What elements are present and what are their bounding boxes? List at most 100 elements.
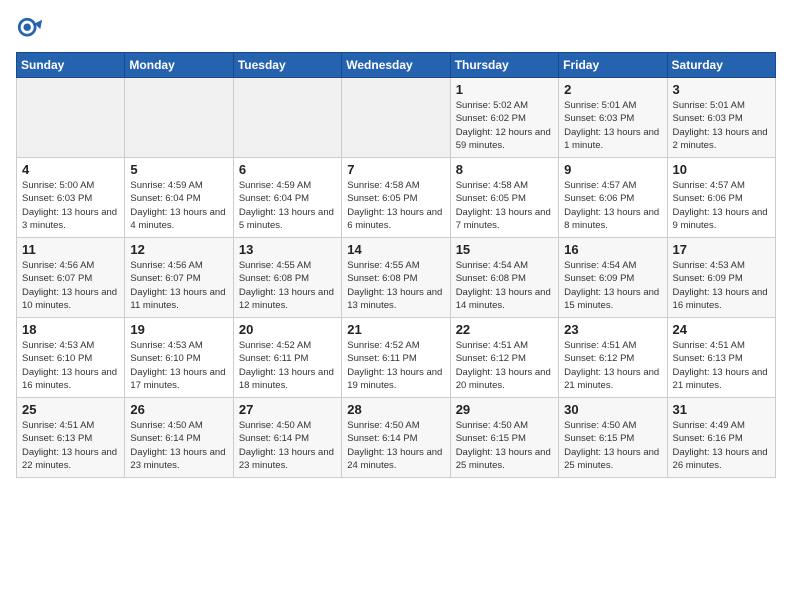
day-info: Sunrise: 4:59 AM Sunset: 6:04 PM Dayligh… <box>130 179 227 232</box>
day-cell: 1 Sunrise: 5:02 AM Sunset: 6:02 PM Daylig… <box>450 78 558 158</box>
day-info: Sunrise: 4:53 AM Sunset: 6:09 PM Dayligh… <box>673 259 770 312</box>
day-cell: 14 Sunrise: 4:55 AM Sunset: 6:08 PM Dayli… <box>342 238 450 318</box>
day-number: 20 <box>239 322 336 337</box>
day-cell: 8Sunrise: 4:58 AM Sunset: 6:05 PM Daylig… <box>450 158 558 238</box>
day-cell: 24 Sunrise: 4:51 AM Sunset: 6:13 PM Dayli… <box>667 318 775 398</box>
day-info: Sunrise: 4:50 AM Sunset: 6:15 PM Dayligh… <box>564 419 661 472</box>
day-cell: 21 Sunrise: 4:52 AM Sunset: 6:11 PM Dayli… <box>342 318 450 398</box>
day-number: 12 <box>130 242 227 257</box>
header-cell-saturday: Saturday <box>667 53 775 78</box>
day-cell: 5 Sunrise: 4:59 AM Sunset: 6:04 PM Daylig… <box>125 158 233 238</box>
day-number: 18 <box>22 322 119 337</box>
day-cell <box>17 78 125 158</box>
day-info: Sunrise: 5:00 AM Sunset: 6:03 PM Dayligh… <box>22 179 119 232</box>
day-cell <box>342 78 450 158</box>
day-number: 13 <box>239 242 336 257</box>
day-number: 26 <box>130 402 227 417</box>
header-cell-wednesday: Wednesday <box>342 53 450 78</box>
day-cell: 2 Sunrise: 5:01 AM Sunset: 6:03 PM Daylig… <box>559 78 667 158</box>
day-number: 14 <box>347 242 444 257</box>
day-cell: 31 Sunrise: 4:49 AM Sunset: 6:16 PM Dayli… <box>667 398 775 478</box>
header-cell-tuesday: Tuesday <box>233 53 341 78</box>
day-info: Sunrise: 4:53 AM Sunset: 6:10 PM Dayligh… <box>22 339 119 392</box>
day-info: Sunrise: 4:50 AM Sunset: 6:14 PM Dayligh… <box>239 419 336 472</box>
header-cell-thursday: Thursday <box>450 53 558 78</box>
day-cell: 23Sunrise: 4:51 AM Sunset: 6:12 PM Dayli… <box>559 318 667 398</box>
day-number: 15 <box>456 242 553 257</box>
header-cell-friday: Friday <box>559 53 667 78</box>
week-row-4: 18 Sunrise: 4:53 AM Sunset: 6:10 PM Dayli… <box>17 318 776 398</box>
day-cell: 25Sunrise: 4:51 AM Sunset: 6:13 PM Dayli… <box>17 398 125 478</box>
day-cell: 12 Sunrise: 4:56 AM Sunset: 6:07 PM Dayli… <box>125 238 233 318</box>
day-cell: 29 Sunrise: 4:50 AM Sunset: 6:15 PM Dayli… <box>450 398 558 478</box>
calendar-table: SundayMondayTuesdayWednesdayThursdayFrid… <box>16 52 776 478</box>
day-info: Sunrise: 4:50 AM Sunset: 6:14 PM Dayligh… <box>347 419 444 472</box>
day-number: 25 <box>22 402 119 417</box>
day-number: 24 <box>673 322 770 337</box>
day-number: 2 <box>564 82 661 97</box>
day-number: 10 <box>673 162 770 177</box>
day-cell: 11 Sunrise: 4:56 AM Sunset: 6:07 PM Dayli… <box>17 238 125 318</box>
day-number: 17 <box>673 242 770 257</box>
day-cell: 28 Sunrise: 4:50 AM Sunset: 6:14 PM Dayli… <box>342 398 450 478</box>
day-cell <box>233 78 341 158</box>
day-info: Sunrise: 4:52 AM Sunset: 6:11 PM Dayligh… <box>239 339 336 392</box>
day-info: Sunrise: 4:57 AM Sunset: 6:06 PM Dayligh… <box>564 179 661 232</box>
day-info: Sunrise: 4:57 AM Sunset: 6:06 PM Dayligh… <box>673 179 770 232</box>
logo-icon <box>16 16 44 44</box>
day-info: Sunrise: 4:49 AM Sunset: 6:16 PM Dayligh… <box>673 419 770 472</box>
week-row-5: 25Sunrise: 4:51 AM Sunset: 6:13 PM Dayli… <box>17 398 776 478</box>
week-row-1: 1 Sunrise: 5:02 AM Sunset: 6:02 PM Daylig… <box>17 78 776 158</box>
day-cell: 9 Sunrise: 4:57 AM Sunset: 6:06 PM Daylig… <box>559 158 667 238</box>
day-number: 16 <box>564 242 661 257</box>
day-info: Sunrise: 4:51 AM Sunset: 6:13 PM Dayligh… <box>673 339 770 392</box>
day-number: 11 <box>22 242 119 257</box>
header-row: SundayMondayTuesdayWednesdayThursdayFrid… <box>17 53 776 78</box>
header-cell-monday: Monday <box>125 53 233 78</box>
day-cell <box>125 78 233 158</box>
day-cell: 30Sunrise: 4:50 AM Sunset: 6:15 PM Dayli… <box>559 398 667 478</box>
day-info: Sunrise: 4:56 AM Sunset: 6:07 PM Dayligh… <box>130 259 227 312</box>
day-info: Sunrise: 5:01 AM Sunset: 6:03 PM Dayligh… <box>673 99 770 152</box>
header <box>16 16 776 44</box>
day-cell: 4 Sunrise: 5:00 AM Sunset: 6:03 PM Daylig… <box>17 158 125 238</box>
day-info: Sunrise: 4:51 AM Sunset: 6:12 PM Dayligh… <box>564 339 661 392</box>
day-number: 1 <box>456 82 553 97</box>
day-number: 9 <box>564 162 661 177</box>
day-number: 3 <box>673 82 770 97</box>
day-cell: 13 Sunrise: 4:55 AM Sunset: 6:08 PM Dayli… <box>233 238 341 318</box>
week-row-2: 4 Sunrise: 5:00 AM Sunset: 6:03 PM Daylig… <box>17 158 776 238</box>
day-number: 21 <box>347 322 444 337</box>
day-number: 5 <box>130 162 227 177</box>
day-number: 4 <box>22 162 119 177</box>
day-info: Sunrise: 5:01 AM Sunset: 6:03 PM Dayligh… <box>564 99 661 152</box>
day-number: 31 <box>673 402 770 417</box>
day-info: Sunrise: 4:55 AM Sunset: 6:08 PM Dayligh… <box>239 259 336 312</box>
day-number: 28 <box>347 402 444 417</box>
day-info: Sunrise: 4:50 AM Sunset: 6:15 PM Dayligh… <box>456 419 553 472</box>
day-number: 27 <box>239 402 336 417</box>
day-info: Sunrise: 4:58 AM Sunset: 6:05 PM Dayligh… <box>347 179 444 232</box>
day-cell: 18 Sunrise: 4:53 AM Sunset: 6:10 PM Dayli… <box>17 318 125 398</box>
day-info: Sunrise: 4:56 AM Sunset: 6:07 PM Dayligh… <box>22 259 119 312</box>
day-number: 22 <box>456 322 553 337</box>
day-cell: 19 Sunrise: 4:53 AM Sunset: 6:10 PM Dayli… <box>125 318 233 398</box>
logo <box>16 16 48 44</box>
header-cell-sunday: Sunday <box>17 53 125 78</box>
day-info: Sunrise: 4:55 AM Sunset: 6:08 PM Dayligh… <box>347 259 444 312</box>
day-info: Sunrise: 4:52 AM Sunset: 6:11 PM Dayligh… <box>347 339 444 392</box>
day-number: 29 <box>456 402 553 417</box>
day-number: 7 <box>347 162 444 177</box>
day-cell: 16Sunrise: 4:54 AM Sunset: 6:09 PM Dayli… <box>559 238 667 318</box>
day-info: Sunrise: 5:02 AM Sunset: 6:02 PM Dayligh… <box>456 99 553 152</box>
day-cell: 7 Sunrise: 4:58 AM Sunset: 6:05 PM Daylig… <box>342 158 450 238</box>
day-cell: 22Sunrise: 4:51 AM Sunset: 6:12 PM Dayli… <box>450 318 558 398</box>
day-cell: 26Sunrise: 4:50 AM Sunset: 6:14 PM Dayli… <box>125 398 233 478</box>
day-cell: 15Sunrise: 4:54 AM Sunset: 6:08 PM Dayli… <box>450 238 558 318</box>
day-cell: 27 Sunrise: 4:50 AM Sunset: 6:14 PM Dayli… <box>233 398 341 478</box>
day-cell: 10 Sunrise: 4:57 AM Sunset: 6:06 PM Dayli… <box>667 158 775 238</box>
day-info: Sunrise: 4:53 AM Sunset: 6:10 PM Dayligh… <box>130 339 227 392</box>
day-cell: 3 Sunrise: 5:01 AM Sunset: 6:03 PM Daylig… <box>667 78 775 158</box>
day-number: 19 <box>130 322 227 337</box>
day-info: Sunrise: 4:58 AM Sunset: 6:05 PM Dayligh… <box>456 179 553 232</box>
